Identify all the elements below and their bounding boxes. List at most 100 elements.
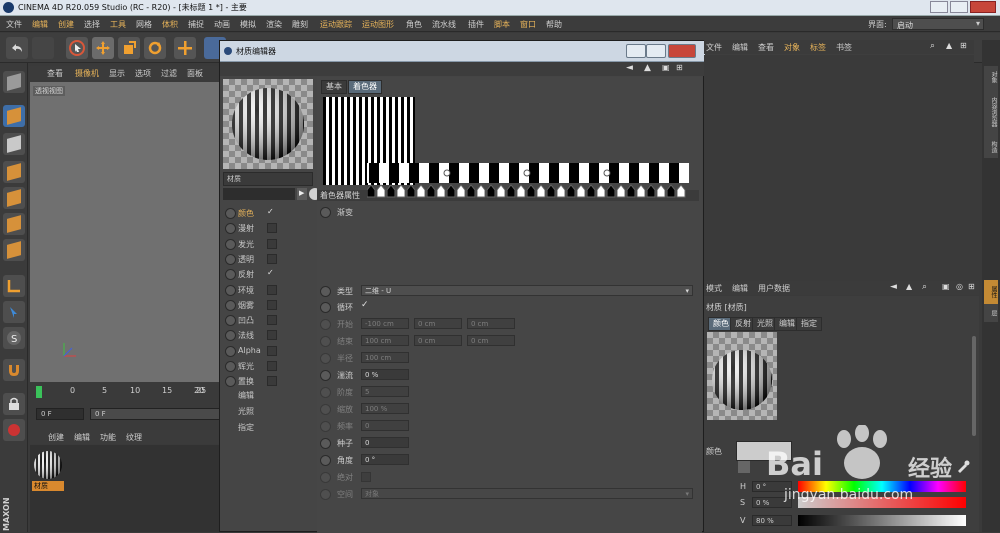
material-name-field[interactable]: 材质 [223, 172, 313, 186]
menu-motion-tracking[interactable]: 运动跟踪 [320, 19, 352, 30]
select-tool-button[interactable] [66, 37, 88, 59]
start-frame-field[interactable]: 0 F [36, 408, 84, 420]
turbulence-field[interactable]: 0 % [361, 369, 409, 380]
menu-edit[interactable]: 编辑 [32, 19, 48, 30]
menu-sculpt[interactable]: 雕刻 [292, 19, 308, 30]
current-frame-field[interactable]: 0 F [90, 408, 220, 420]
attribute-tab[interactable]: 指定 [796, 317, 822, 331]
radio-icon[interactable] [320, 286, 331, 297]
channel-checkbox[interactable] [267, 361, 277, 371]
frequency-field[interactable]: 0 [361, 420, 409, 431]
channel-checkbox[interactable] [267, 299, 277, 310]
channel-item[interactable]: 凹凸 [223, 313, 313, 327]
channel-item[interactable]: 颜色 ✓ [223, 206, 313, 220]
viewport-menu-panel[interactable]: 面板 [187, 68, 203, 79]
material-menu-texture[interactable]: 纹理 [126, 432, 142, 443]
channel-checkbox[interactable] [267, 376, 277, 387]
radio-icon[interactable] [225, 238, 236, 250]
channel-item[interactable]: 发光 [223, 237, 313, 251]
vtab-structure[interactable]: 构造 [984, 136, 998, 158]
radius-field[interactable]: 100 cm [361, 352, 409, 363]
channel-item[interactable]: 辉光 [223, 359, 313, 373]
radio-icon[interactable] [225, 208, 236, 219]
channel-checkbox[interactable] [267, 330, 277, 341]
scale-tool-button[interactable] [118, 37, 140, 59]
channel-checkbox[interactable] [267, 345, 277, 356]
channel-item[interactable]: Alpha [223, 344, 313, 358]
search-icon[interactable]: ⌕ [930, 41, 935, 51]
scale-field[interactable]: 100 % [361, 403, 409, 414]
new-window-icon[interactable]: ⊞ [968, 282, 975, 291]
object-menu-edit[interactable]: 编辑 [732, 42, 748, 53]
viewport-menu-camera[interactable]: 摄像机 [75, 68, 99, 79]
channel-checkbox[interactable] [267, 238, 277, 249]
radio-icon[interactable] [225, 299, 236, 311]
end-y-field[interactable]: 0 cm [414, 335, 462, 346]
up-arrow-icon[interactable]: ▲ [946, 41, 952, 50]
back-arrow-icon[interactable]: ◄ [626, 63, 633, 73]
channel-item[interactable]: 反射 ✓ [223, 267, 313, 281]
menu-simulate[interactable]: 模拟 [240, 19, 256, 30]
attr-menu-user-data[interactable]: 用户数据 [758, 283, 790, 294]
timeline-ruler[interactable]: 0 5 10 15 20 25 [30, 383, 220, 403]
up-arrow-icon[interactable]: ▲ [644, 63, 651, 73]
lock-axis-button[interactable] [3, 393, 25, 415]
radio-icon[interactable] [225, 330, 236, 342]
radio-icon[interactable] [320, 489, 331, 500]
target-icon[interactable]: ◎ [956, 282, 963, 291]
move-tool-button[interactable] [92, 37, 114, 59]
solo-button[interactable] [3, 419, 25, 441]
space-dropdown[interactable]: 对象 ▾ [361, 488, 693, 499]
start-x-field[interactable]: -100 cm [361, 318, 409, 329]
menu-pipeline[interactable]: 流水线 [432, 19, 456, 30]
radio-icon[interactable] [320, 387, 331, 398]
seed-field[interactable]: 0 [361, 437, 409, 448]
vtab-attributes[interactable]: 属性 [984, 280, 998, 304]
end-x-field[interactable]: 100 cm [361, 335, 409, 346]
channel-item[interactable]: 透明 [223, 252, 313, 266]
type-dropdown[interactable]: 二维 - U ▾ [361, 285, 693, 296]
radio-icon[interactable] [225, 376, 236, 388]
add-tool-button[interactable] [174, 37, 196, 59]
channel-item[interactable]: 环境 [223, 283, 313, 297]
radio-icon[interactable] [320, 353, 331, 364]
edges-mode-button[interactable] [3, 213, 25, 235]
vtab-content-browser[interactable]: 内容浏览器 [984, 88, 998, 136]
object-menu-file[interactable]: 文件 [706, 42, 722, 53]
viewport-menu-filter[interactable]: 过滤 [161, 68, 177, 79]
radio-icon[interactable] [225, 361, 236, 372]
channel-item[interactable]: 漫射 [223, 221, 313, 235]
radio-icon[interactable] [320, 438, 331, 449]
menu-window[interactable]: 窗口 [520, 19, 536, 30]
material-menu-edit[interactable]: 编辑 [74, 432, 90, 443]
menu-render[interactable]: 渲染 [266, 19, 282, 30]
color-wheel-button[interactable] [738, 461, 750, 473]
menu-script[interactable]: 脚本 [494, 19, 510, 30]
material-preview[interactable] [223, 79, 313, 169]
menu-character[interactable]: 角色 [406, 19, 422, 30]
channel-checkbox[interactable] [267, 253, 277, 264]
radio-icon[interactable] [225, 315, 236, 327]
radio-icon[interactable] [320, 370, 331, 381]
playhead[interactable] [36, 386, 42, 398]
end-z-field[interactable]: 0 cm [467, 335, 515, 346]
radio-icon[interactable] [320, 404, 331, 415]
channel-checkbox[interactable] [267, 223, 277, 234]
undo-button[interactable] [6, 37, 28, 59]
radio-icon[interactable] [320, 455, 331, 466]
radio-icon[interactable] [320, 421, 331, 432]
up-arrow-icon[interactable]: ▲ [906, 282, 912, 291]
viewport-menu-options[interactable]: 选项 [135, 68, 151, 79]
sub-item-illumination[interactable]: 光照 [238, 406, 254, 417]
menu-mograph[interactable]: 运动图形 [362, 19, 394, 30]
radio-icon[interactable] [225, 284, 236, 296]
editor-maximize-button[interactable] [646, 44, 666, 58]
material-menu-function[interactable]: 功能 [100, 432, 116, 443]
radio-icon[interactable] [320, 302, 331, 313]
viewport-menu-display[interactable]: 显示 [109, 68, 125, 79]
lock-icon[interactable]: ▣ [662, 63, 670, 72]
model-mode-button[interactable] [3, 71, 25, 93]
object-menu-tags[interactable]: 标签 [810, 42, 826, 53]
vtab-layers[interactable]: 层 [984, 304, 998, 322]
radio-icon[interactable] [320, 207, 331, 218]
